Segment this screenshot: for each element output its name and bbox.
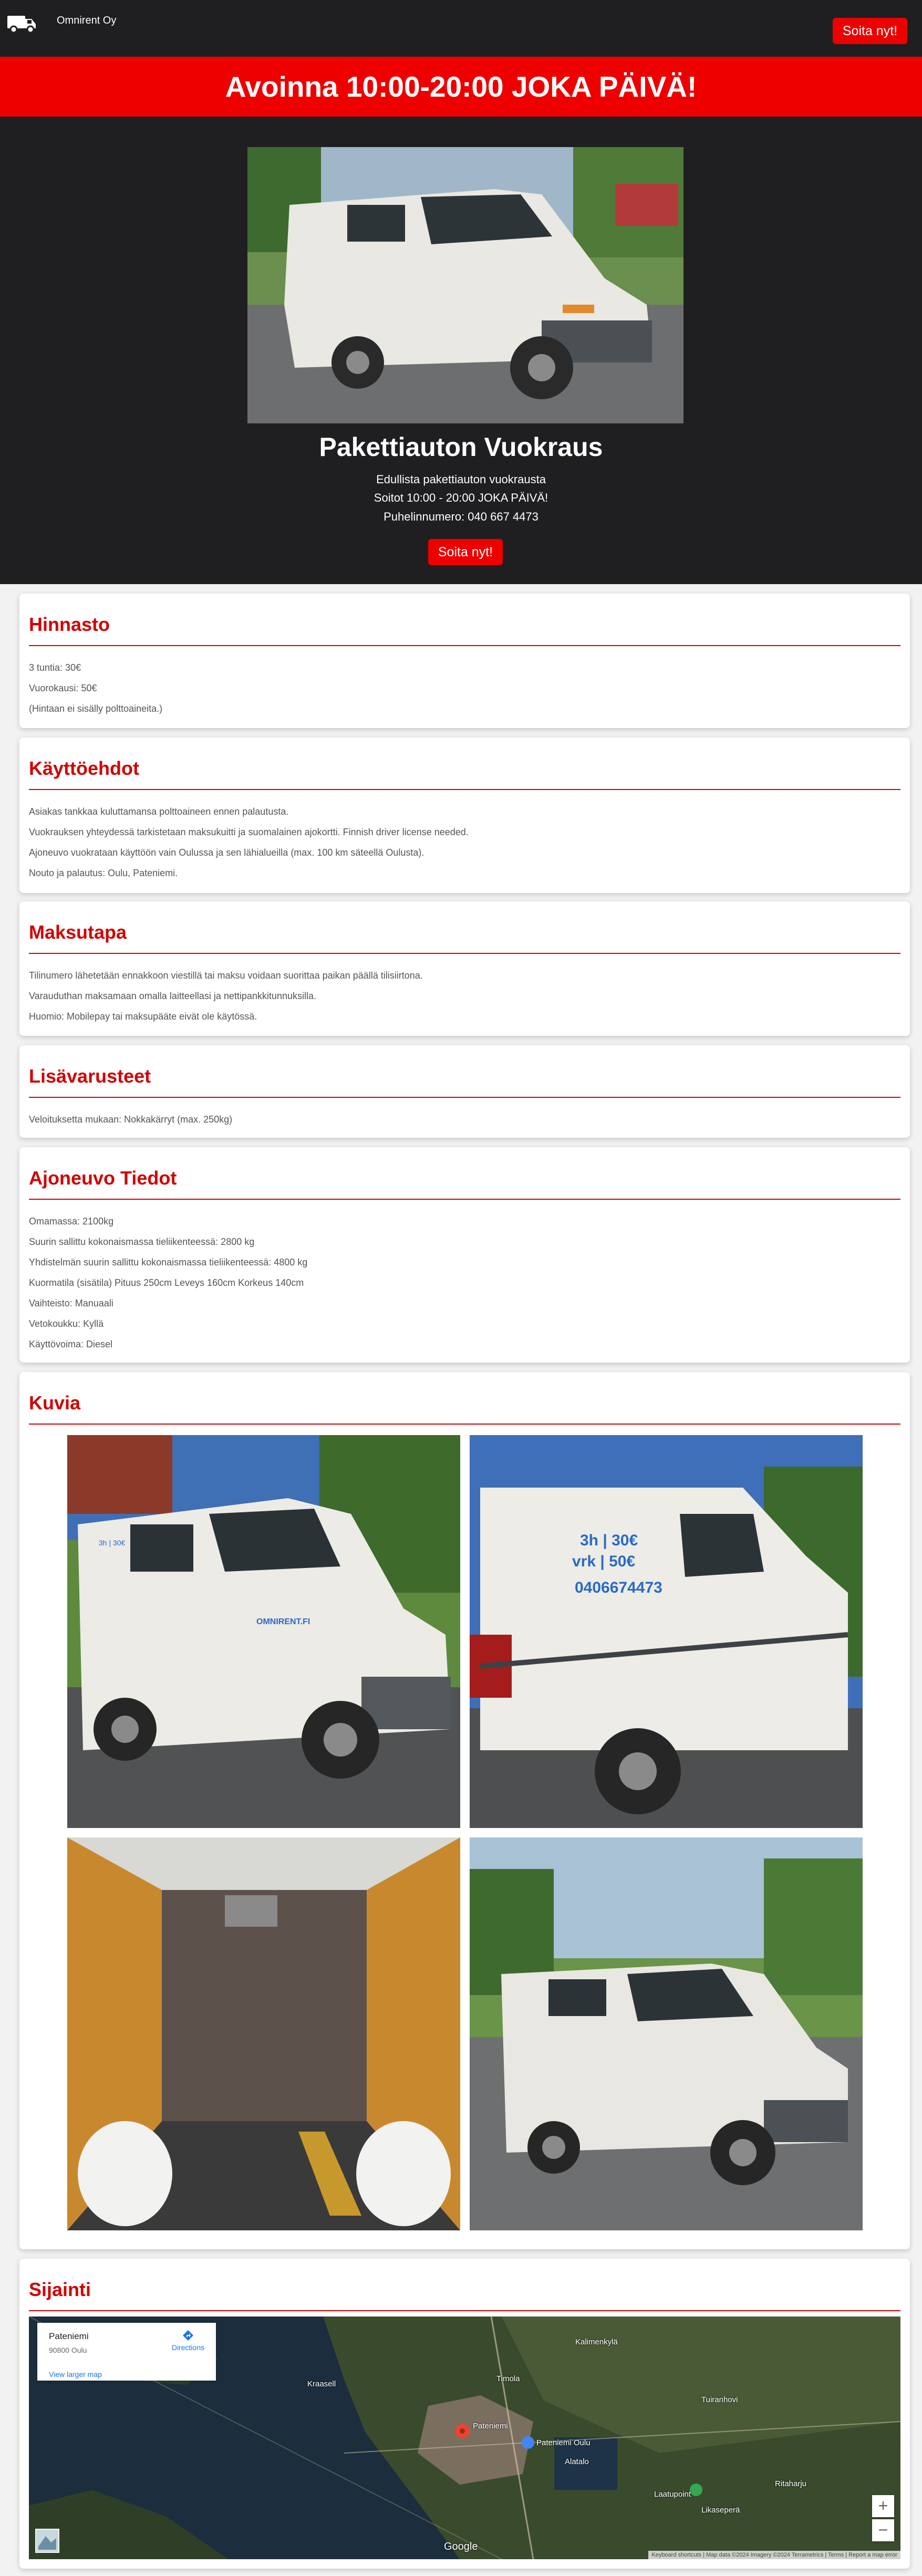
van-icon	[7, 16, 36, 34]
map-label: Tuiranhovi	[701, 2395, 738, 2404]
vehicle-spec: Kuormatila (sisätila) Pituus 250cm Levey…	[29, 1277, 304, 1288]
zoom-out-button[interactable]: −	[872, 2519, 894, 2541]
decal-price-day: vrk | 50€	[572, 1553, 635, 1570]
vehicle-spec: Suurin sallittu kokonaismassa tieliikent…	[29, 1237, 255, 1247]
hero-van-photo	[247, 147, 683, 423]
map-attribution[interactable]: Keyboard shortcuts | Map data ©2024 Imag…	[648, 2551, 900, 2559]
terms-line: Vuokrauksen yhteydessä tarkistetaan maks…	[29, 827, 469, 837]
map-label: Likaseperä	[701, 2506, 740, 2515]
section-title: Ajoneuvo Tiedot	[29, 1167, 177, 1189]
section-divider	[29, 953, 900, 954]
terms-line: Nouto ja palautus: Oulu, Pateniemi.	[29, 868, 178, 878]
map-place-name: Pateniemi	[49, 2331, 89, 2341]
map-label: Kraasell	[307, 2380, 336, 2388]
hero-phone: Puhelinnumero: 040 667 4473	[384, 510, 538, 523]
section-hinnasto: Hinnasto 3 tuntia: 30€ Vuorokausi: 50€ (…	[19, 594, 910, 728]
section-title: Käyttöehdot	[29, 757, 139, 779]
map-label: Kalimenkylä	[575, 2338, 618, 2346]
decal-text: 3h | 30€	[99, 1539, 126, 1547]
directions-button[interactable]: Directions	[170, 2329, 206, 2352]
section-divider	[29, 645, 900, 646]
directions-icon	[183, 2330, 193, 2341]
directions-label: Directions	[171, 2343, 205, 2352]
section-divider	[29, 1424, 900, 1425]
google-logo: Google	[444, 2541, 478, 2552]
zoom-in-button[interactable]: +	[872, 2495, 894, 2517]
vehicle-spec: Yhdistelmän suurin sallittu kokonaismass…	[29, 1257, 308, 1268]
decal-price-3h: 3h | 30€	[580, 1532, 638, 1549]
hero-call-now-button[interactable]: Soita nyt!	[428, 539, 503, 565]
brand-name: Omnirent Oy	[57, 14, 117, 26]
section-title: Sijainti	[29, 2279, 91, 2300]
brand[interactable]: Omnirent Oy	[6, 13, 116, 35]
section-divider	[29, 1199, 900, 1200]
view-larger-map-link[interactable]: View larger map	[49, 2370, 102, 2378]
embedded-map[interactable]: Kalimenkylä Kraasell Timola Pateniemi Pa…	[29, 2317, 900, 2559]
payment-line: Varauduthan maksamaan omalla laitteellas…	[29, 991, 316, 1001]
section-divider	[29, 789, 900, 790]
terms-line: Asiakas tankkaa kuluttamansa polttoainee…	[29, 806, 289, 817]
decal-site: OMNIRENT.FI	[256, 1617, 310, 1626]
gallery-photo-parked[interactable]	[470, 1837, 863, 2230]
transit-icon	[522, 2436, 534, 2449]
payment-line: Huomio: Mobilepay tai maksupäätе eivät o…	[29, 1011, 257, 1022]
map-label: Pateniemi Oulu	[536, 2438, 591, 2447]
section-title: Hinnasto	[29, 614, 110, 635]
section-kayttoehdot: Käyttöehdot Asiakas tankkaa kuluttamansa…	[19, 738, 910, 893]
map-label: Timola	[496, 2374, 520, 2383]
map-place-card: Pateniemi 90800 Oulu View larger map Dir…	[37, 2323, 216, 2381]
map-label: Ritaharju	[775, 2479, 807, 2488]
hero-section: Pakettiauton Vuokraus Edullista pakettia…	[0, 117, 922, 584]
vehicle-spec: Vaihteisto: Manuaali	[29, 1298, 113, 1308]
price-note: (Hintaan ei sisälly polttoaineita.)	[29, 703, 163, 714]
section-title: Lisävarusteet	[29, 1065, 151, 1087]
gallery-photo-cargo[interactable]	[67, 1837, 460, 2230]
map-layer-toggle[interactable]	[35, 2529, 59, 2553]
vehicle-spec: Vetokoukku: Kyllä	[29, 1318, 104, 1329]
opening-hours-banner: Avoinna 10:00-20:00 JOKA PÄIVÄ!	[0, 57, 922, 117]
section-title: Maksutapa	[29, 921, 127, 943]
map-label: Alatalo	[565, 2457, 589, 2466]
vehicle-spec: Omamassa: 2100kg	[29, 1216, 114, 1227]
section-divider	[29, 2310, 900, 2311]
price-3h: 3 tuntia: 30€	[29, 662, 81, 673]
top-navbar: Omnirent Oy Soita nyt!	[0, 0, 922, 57]
hero-hours: Soitot 10:00 - 20:00 JOKA PÄIVÄ!	[374, 491, 548, 504]
map-label: Laatupoint	[654, 2490, 691, 2499]
payment-line: Tilinumero lähetetään ennakkoon viestill…	[29, 970, 423, 981]
decal-phone: 0406674473	[575, 1579, 662, 1596]
vehicle-spec: Käyttövoima: Diesel	[29, 1339, 113, 1349]
section-lisavarusteet: Lisävarusteet Veloituksetta mukaan: Nokk…	[19, 1045, 910, 1138]
price-day: Vuorokausi: 50€	[29, 683, 97, 693]
gallery-photo-side[interactable]: 3h | 30€ vrk | 50€ 0406674473	[470, 1435, 863, 1828]
terms-line: Ajoneuvo vuokrataan käyttöön vain Ouluss…	[29, 847, 424, 858]
map-label: Pateniemi	[473, 2422, 508, 2430]
section-kuvia: Kuvia 3h | 30€ OMNIRENT.FI 3h | 30€ vrk …	[19, 1372, 910, 2249]
section-divider	[29, 1097, 900, 1098]
call-now-button[interactable]: Soita nyt!	[833, 18, 907, 44]
gallery-photo-front[interactable]: 3h | 30€ OMNIRENT.FI	[67, 1435, 460, 1828]
section-ajoneuvo-tiedot: Ajoneuvo Tiedot Omamassa: 2100kg Suurin …	[19, 1147, 910, 1363]
section-title: Kuvia	[29, 1392, 81, 1414]
section-sijainti: Sijainti Kalimenkylä Kraasell Timola Pat…	[19, 2259, 910, 2569]
hero-tagline: Edullista pakettiauton vuokrausta	[376, 473, 546, 486]
place-marker-icon	[690, 2484, 702, 2496]
section-maksutapa: Maksutapa Tilinumero lähetetään ennakkoo…	[19, 901, 910, 1036]
map-place-address: 90800 Oulu	[49, 2346, 87, 2354]
accessory-line: Veloituksetta mukaan: Nokkakärryt (max. …	[29, 1114, 233, 1125]
hero-title: Pakettiauton Vuokraus	[319, 432, 603, 462]
